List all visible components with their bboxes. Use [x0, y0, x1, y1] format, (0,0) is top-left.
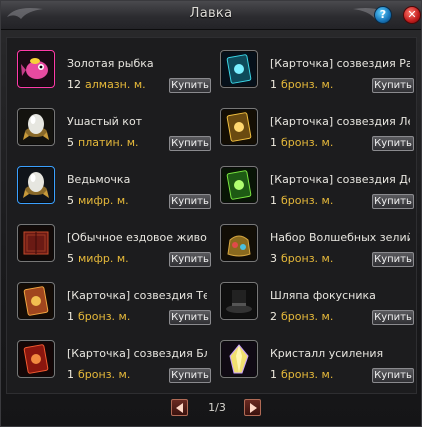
- list-item: [Карточка] созвездия Лев 1 бронз. м. Купи…: [210, 100, 414, 156]
- pagination: 1/3: [1, 399, 422, 419]
- buy-button[interactable]: Купить: [169, 368, 211, 383]
- item-price: 2 бронз. м.: [270, 310, 334, 323]
- item-name: [Карточка] созвездия Те: [67, 289, 207, 302]
- zodiac-card-icon[interactable]: [17, 340, 55, 378]
- goldfish-icon[interactable]: [17, 50, 55, 88]
- buy-button[interactable]: Купить: [169, 194, 211, 209]
- close-button[interactable]: ✕: [403, 6, 421, 24]
- chevron-right-icon: [250, 403, 257, 413]
- page-indicator: 1/3: [208, 401, 226, 414]
- item-name: Набор Волшебных зелий: [270, 231, 410, 244]
- item-price: 1 бронз. м.: [67, 310, 131, 323]
- zodiac-card-icon[interactable]: [220, 50, 258, 88]
- item-price: 5 мифр. м.: [67, 252, 129, 265]
- egg-pet-icon[interactable]: [17, 108, 55, 146]
- item-price: 1 бронз. м.: [270, 194, 334, 207]
- list-item: Шляпа фокусника 2 бронз. м. Купить: [210, 274, 414, 330]
- item-name: Кристалл усиления: [270, 347, 384, 360]
- buy-button[interactable]: Купить: [372, 78, 414, 93]
- buy-button[interactable]: Купить: [169, 78, 211, 93]
- window-title: Лавка: [189, 6, 233, 21]
- list-item: [Карточка] созвездия Дев 1 бронз. м. Купи…: [210, 158, 414, 214]
- buy-button[interactable]: Купить: [372, 368, 414, 383]
- shop-window: Лавка ? ✕ Золотая рыбка 12 алмазн. м. Куп…: [0, 0, 422, 427]
- buy-button[interactable]: Купить: [169, 136, 211, 151]
- chevron-left-icon: [176, 403, 183, 413]
- item-name: [Карточка] созвездия Бл: [67, 347, 207, 360]
- egg-pet-icon[interactable]: [17, 166, 55, 204]
- top-hat-icon[interactable]: [220, 282, 258, 320]
- item-name: [Карточка] созвездия Дев: [270, 173, 410, 186]
- list-item: [Карточка] созвездия Те 1 бронз. м. Купит…: [7, 274, 211, 330]
- title-bar[interactable]: Лавка ? ✕: [1, 1, 421, 30]
- list-item: Набор Волшебных зелий 3 бронз. м. Купить: [210, 216, 414, 272]
- next-page-button[interactable]: [244, 399, 261, 416]
- help-button[interactable]: ?: [374, 6, 392, 24]
- item-name: Шляпа фокусника: [270, 289, 376, 302]
- zodiac-card-icon[interactable]: [17, 282, 55, 320]
- item-name: [Карточка] созвездия Рак: [270, 57, 410, 70]
- item-price: 5 мифр. м.: [67, 194, 129, 207]
- item-price: 1 бронз. м.: [270, 368, 334, 381]
- buy-button[interactable]: Купить: [372, 136, 414, 151]
- list-item: [Карточка] созвездия Бл 1 бронз. м. Купит…: [7, 332, 211, 388]
- zodiac-card-icon[interactable]: [220, 166, 258, 204]
- potion-bag-icon[interactable]: [220, 224, 258, 262]
- buy-button[interactable]: Купить: [169, 310, 211, 325]
- zodiac-card-icon[interactable]: [220, 108, 258, 146]
- mount-book-icon[interactable]: [17, 224, 55, 262]
- buy-button[interactable]: Купить: [372, 310, 414, 325]
- list-item: [Карточка] созвездия Рак 1 бронз. м. Купи…: [210, 42, 414, 98]
- prev-page-button[interactable]: [171, 399, 188, 416]
- item-price: 3 бронз. м.: [270, 252, 334, 265]
- list-item: Ушастый кот 5 платин. м. Купить: [7, 100, 211, 156]
- item-price: 5 платин. м.: [67, 136, 139, 149]
- item-price: 12 алмазн. м.: [67, 78, 146, 91]
- item-name: Ведьмочка: [67, 173, 131, 186]
- item-price: 1 бронз. м.: [270, 136, 334, 149]
- list-item: Золотая рыбка 12 алмазн. м. Купить: [7, 42, 211, 98]
- list-item: [Обычное ездовое живот 5 мифр. м. Купить: [7, 216, 211, 272]
- buy-button[interactable]: Купить: [372, 194, 414, 209]
- buy-button[interactable]: Купить: [372, 252, 414, 267]
- list-item: Кристалл усиления 1 бронз. м. Купить: [210, 332, 414, 388]
- item-name: [Обычное ездовое живот: [67, 231, 207, 244]
- buy-button[interactable]: Купить: [169, 252, 211, 267]
- item-name: Золотая рыбка: [67, 57, 154, 70]
- item-list: Золотая рыбка 12 алмазн. м. Купить Ушасты…: [6, 37, 417, 394]
- item-name: Ушастый кот: [67, 115, 143, 128]
- crystal-icon[interactable]: [220, 340, 258, 378]
- item-price: 1 бронз. м.: [270, 78, 334, 91]
- item-price: 1 бронз. м.: [67, 368, 131, 381]
- list-item: Ведьмочка 5 мифр. м. Купить: [7, 158, 211, 214]
- item-name: [Карточка] созвездия Лев: [270, 115, 410, 128]
